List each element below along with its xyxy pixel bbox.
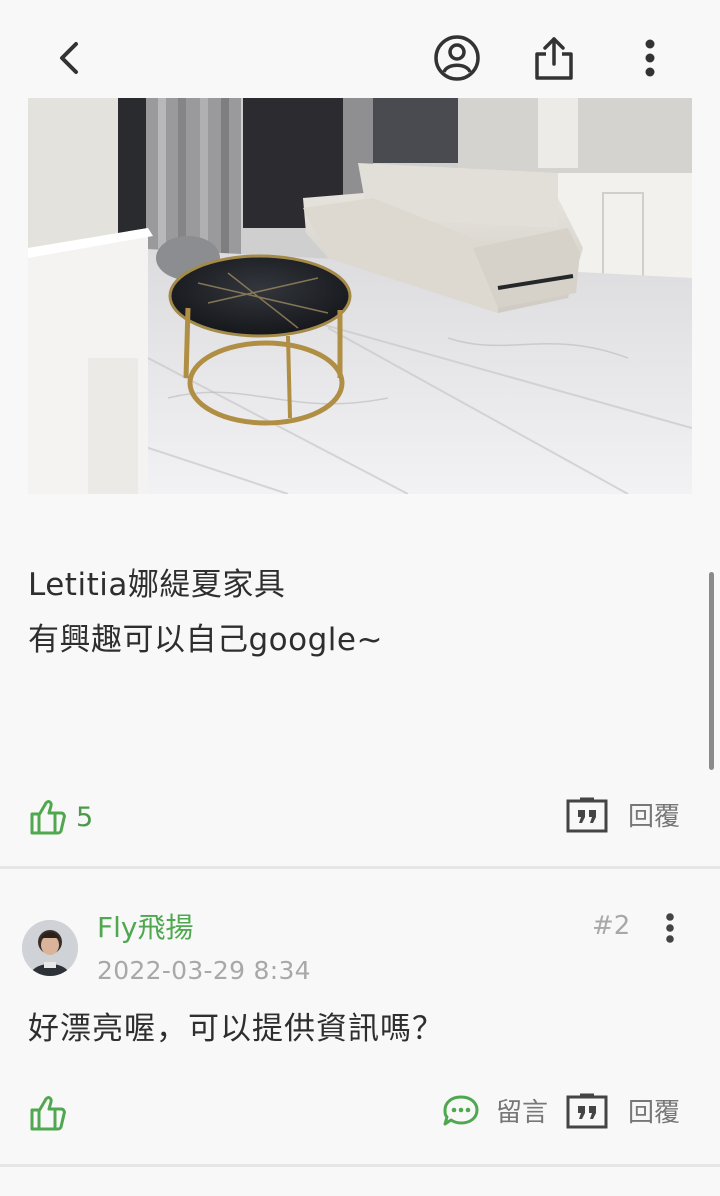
share-button[interactable]	[522, 26, 586, 90]
back-button[interactable]	[38, 26, 102, 90]
like-button[interactable]: 5	[28, 798, 93, 836]
post-photo[interactable]	[28, 98, 692, 494]
comment-like-button[interactable]	[28, 1094, 68, 1132]
vertical-dots-icon	[645, 39, 655, 77]
leave-comment-button[interactable]: 留言	[442, 1092, 548, 1129]
post-line-1: Letitia娜緹夏家具	[28, 567, 286, 603]
thumbs-up-icon	[30, 1096, 66, 1131]
comment-actions: 留言 回覆	[0, 1086, 720, 1146]
more-options-button[interactable]	[618, 26, 682, 90]
comment-text: 好漂亮喔，可以提供資訊嗎？	[28, 1011, 444, 1047]
vertical-dots-icon	[666, 913, 674, 943]
comment-author[interactable]: Fly飛揚	[97, 906, 193, 946]
speech-bubble-icon	[443, 1095, 479, 1125]
quote-icon	[566, 797, 608, 832]
post-actions: 5 回覆	[0, 790, 720, 850]
post-detail-page: Letitia娜緹夏家具 有興趣可以自己google~ 5 回覆 Fly飛揚 2…	[0, 0, 720, 1196]
like-count: 5	[76, 801, 94, 833]
reply-button[interactable]: 回覆	[566, 796, 680, 833]
comment-timestamp: 2022-03-29 8:34	[97, 956, 311, 985]
comment-label: 留言	[495, 1098, 548, 1128]
profile-button[interactable]	[425, 26, 489, 90]
reply-label: 回覆	[627, 802, 680, 832]
floor-number: #2	[592, 911, 631, 941]
user-circle-icon	[434, 35, 480, 81]
thumbs-up-icon	[30, 800, 66, 835]
avatar[interactable]	[22, 920, 78, 976]
scrollbar[interactable]	[709, 572, 714, 770]
share-icon	[535, 37, 573, 80]
chevron-left-icon	[60, 42, 78, 74]
divider	[0, 1164, 720, 1167]
post-line-2: 有興趣可以自己google~	[28, 622, 383, 658]
comment-reply-button[interactable]: 回覆	[566, 1092, 680, 1129]
reply-label: 回覆	[627, 1098, 680, 1128]
post-content: Letitia娜緹夏家具 有興趣可以自己google~	[28, 558, 688, 668]
top-bar	[0, 0, 720, 98]
divider	[0, 866, 720, 869]
quote-icon	[566, 1093, 608, 1128]
comment-more-button[interactable]	[650, 906, 690, 950]
